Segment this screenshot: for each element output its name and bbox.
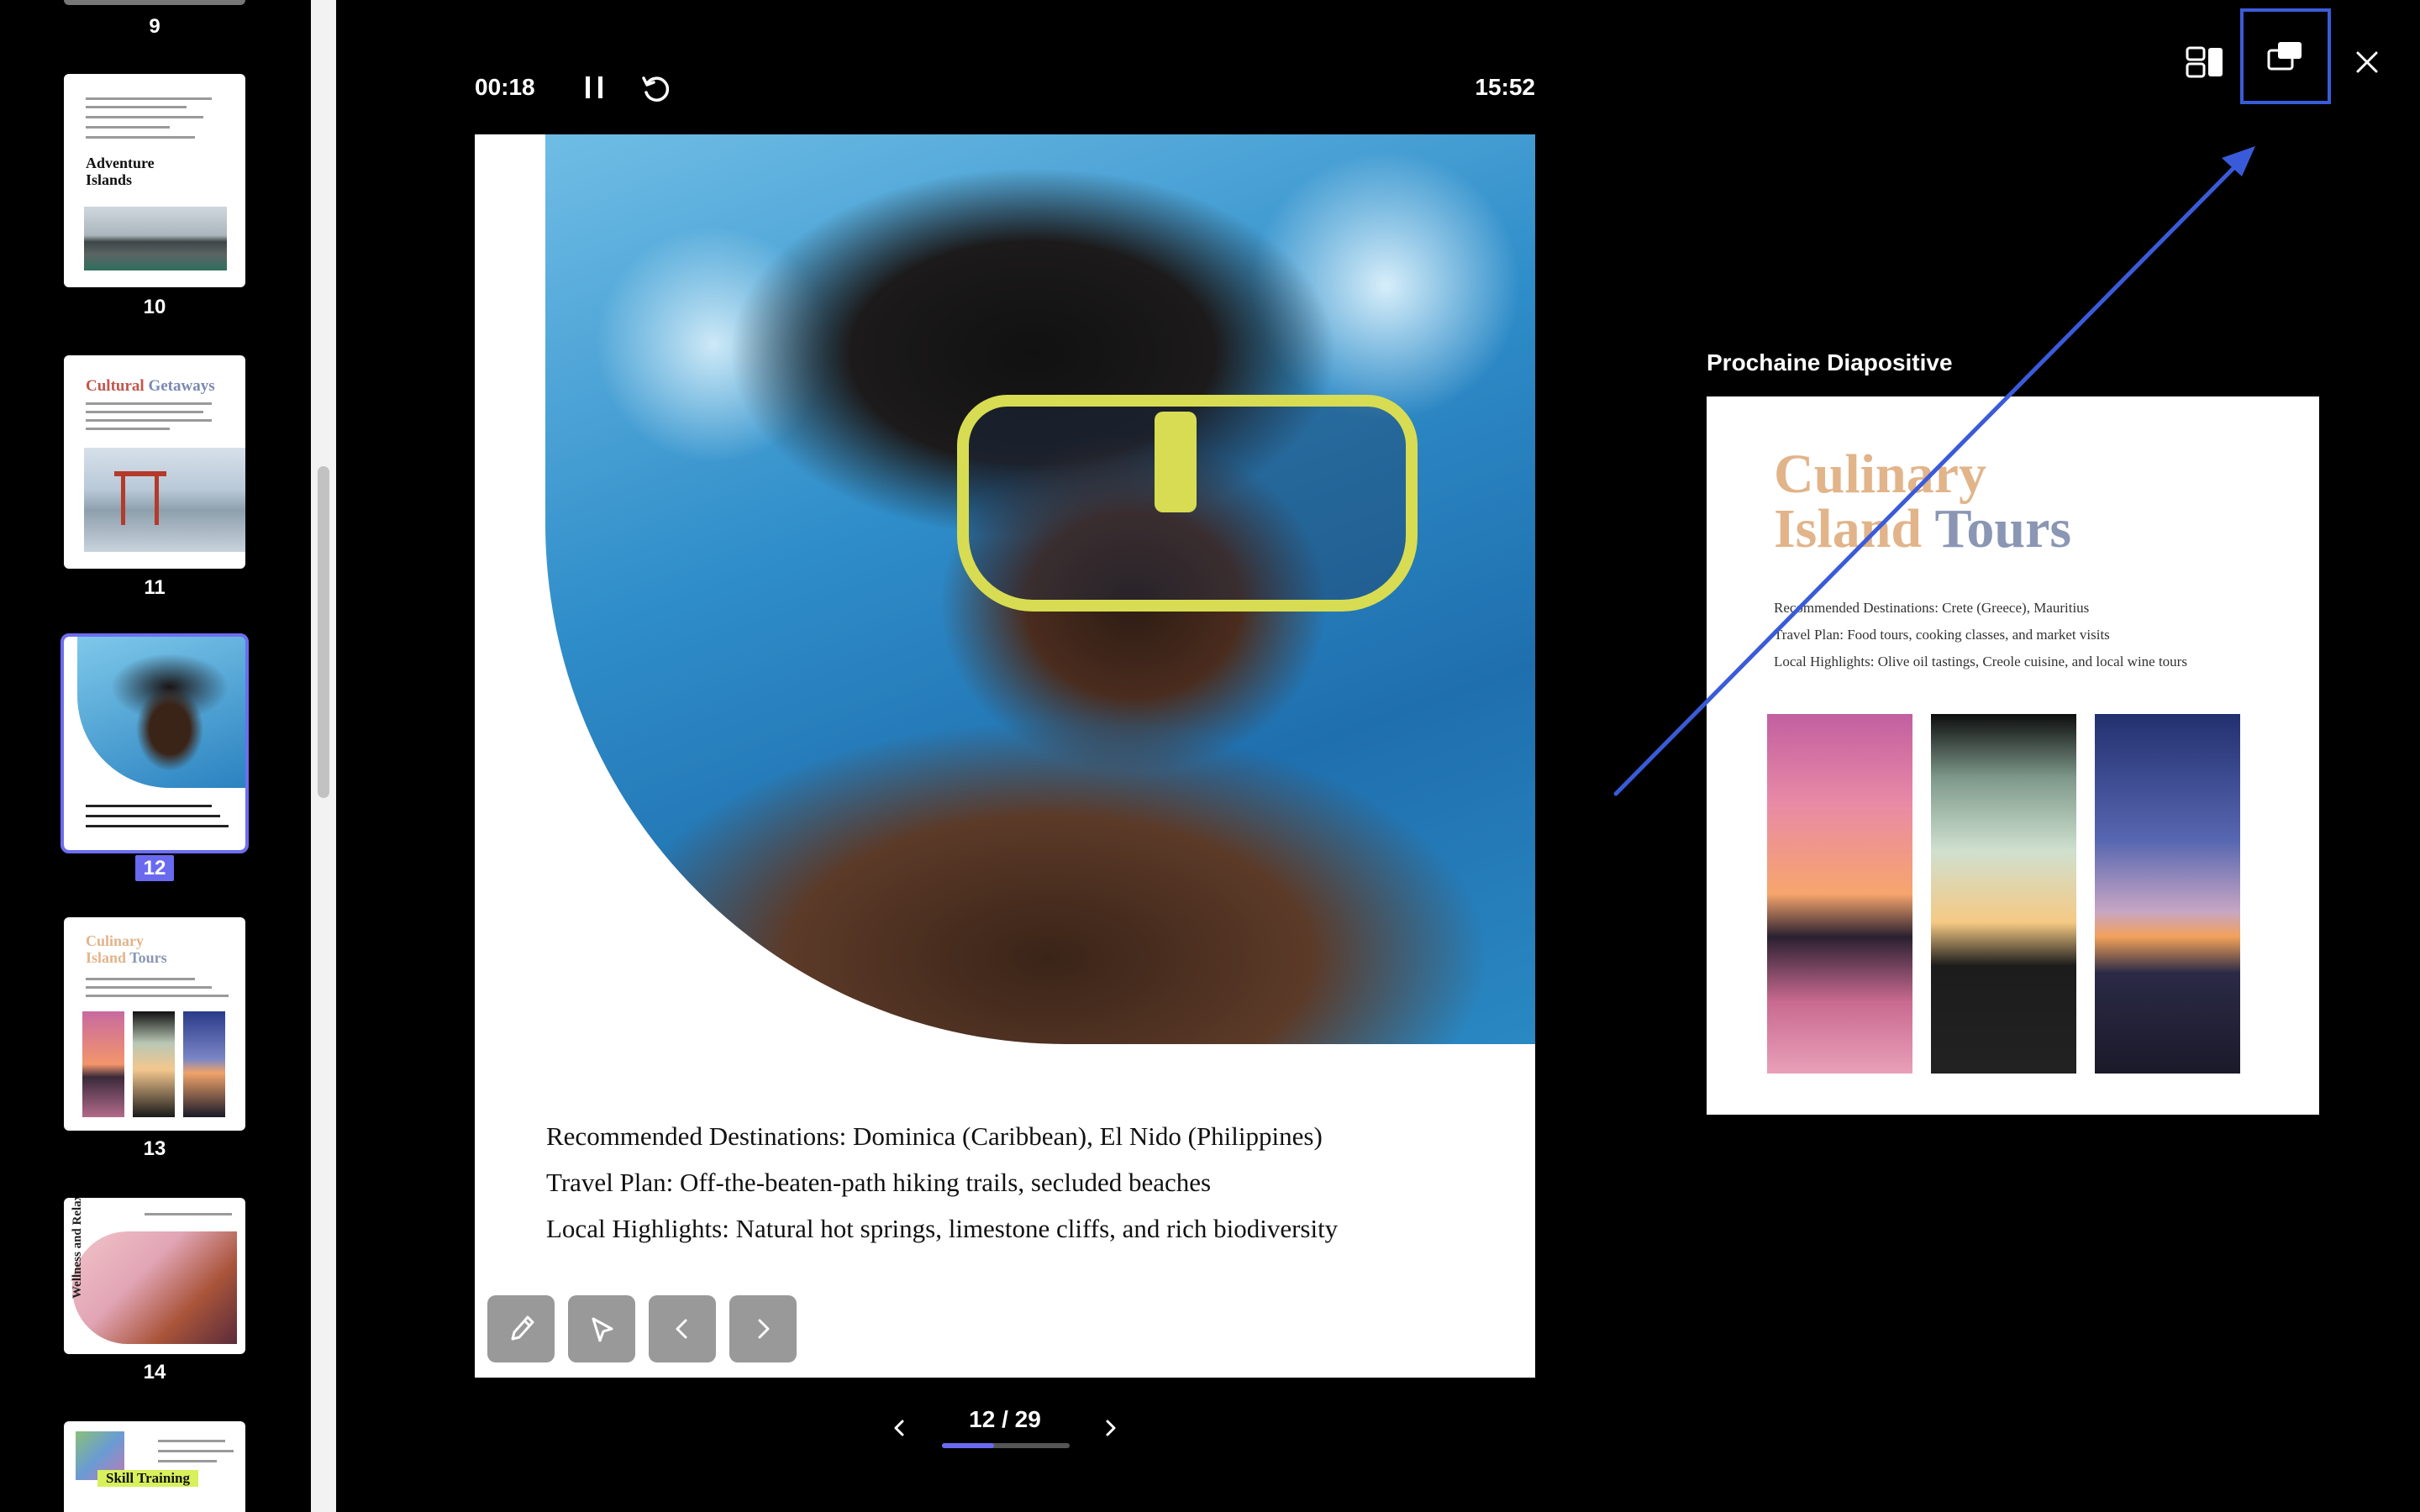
pointer-icon	[592, 1317, 613, 1342]
thumbnail-image	[84, 207, 227, 270]
thumbnail-title: Island	[86, 949, 127, 966]
pointer-tool-button[interactable]	[568, 1295, 635, 1362]
thumbnail-image	[84, 448, 245, 552]
thumbnail-image	[72, 1231, 237, 1344]
swap-display-icon	[2267, 42, 2302, 71]
restart-timer-button[interactable]	[639, 72, 673, 106]
thumbnail-number-active: 12	[64, 855, 245, 881]
slide-pager: 12 / 29	[886, 1394, 1123, 1453]
next-slide-text-line: Local Highlights: Olive oil tastings, Cr…	[1774, 654, 2187, 669]
thumbnail-number: 13	[143, 1137, 166, 1160]
thumbnail-12[interactable]	[60, 633, 249, 853]
slide-thumbnail-panel[interactable]: 9 Adventure Islands 10 Cultural Getaways…	[0, 0, 311, 1512]
pause-button[interactable]	[579, 72, 609, 102]
sidebar-scroll-thumb[interactable]	[318, 466, 329, 798]
pause-icon	[586, 76, 602, 98]
thumbnail-10[interactable]: Adventure Islands	[64, 74, 245, 287]
thumbnail-image	[82, 1011, 124, 1117]
next-slide-text-line: Travel Plan: Food tours, cooking classes…	[1774, 627, 2110, 643]
thumbnail-title: Adventure	[86, 155, 155, 171]
presenter-toolbar: 00:18 15:52	[475, 67, 1535, 109]
next-slide-text-line: Recommended Destinations: Crete (Greece)…	[1774, 600, 2090, 616]
restart-icon	[642, 76, 670, 102]
layout-icon	[2186, 46, 2223, 78]
pen-tool-button[interactable]	[487, 1295, 555, 1362]
thumbnail-number: 10	[143, 296, 166, 318]
thumbnail-9[interactable]	[64, 0, 245, 5]
chevron-left-icon	[676, 1319, 687, 1339]
next-slide-button[interactable]	[729, 1295, 797, 1362]
close-button[interactable]	[2329, 30, 2405, 94]
current-slide: Recommended Destinations: Dominica (Cari…	[475, 134, 1535, 1378]
thumbnail-title: Wellness and Relaxation	[71, 1198, 84, 1299]
thumbnail-image	[77, 637, 245, 788]
swap-display-button[interactable]	[2240, 8, 2331, 104]
palm-beach-photo	[1931, 714, 2076, 1074]
next-slide-heading: Prochaine Diapositive	[1707, 349, 1953, 375]
thumbnail-title: Islands	[86, 171, 133, 188]
pager-next-button[interactable]	[1098, 1411, 1123, 1445]
elapsed-timer: 00:18	[475, 74, 535, 100]
next-slide-preview[interactable]: Culinary Island Tours Recommended Destin…	[1707, 396, 2319, 1115]
close-icon	[2356, 51, 2378, 73]
progress-fill	[942, 1443, 994, 1448]
thumbnail-11[interactable]: Cultural Getaways	[64, 355, 245, 569]
slide-text-line: Recommended Destinations: Dominica (Cari…	[546, 1121, 1323, 1151]
slide-text-line: Local Highlights: Natural hot springs, l…	[546, 1214, 1339, 1243]
thumbnail-14[interactable]: Wellness and Relaxation	[64, 1198, 245, 1354]
thumbnail-number: 9	[149, 15, 160, 38]
chevron-right-icon	[758, 1319, 770, 1339]
pen-icon	[511, 1315, 534, 1341]
thumbnail-number: 11	[144, 576, 166, 599]
slide-counter: 12 / 29	[969, 1406, 1041, 1432]
thumbnail-title: Culinary	[86, 932, 145, 949]
current-time: 15:52	[1475, 74, 1535, 100]
thumbnail-title: Getaways	[148, 377, 215, 395]
thumbnail-image	[133, 1011, 175, 1117]
next-slide-title: Tours	[1934, 498, 2072, 559]
palm-silhouette-photo	[2095, 714, 2240, 1074]
sunset-photo	[1767, 714, 1912, 1074]
thumbnail-title: Skill Training	[97, 1470, 198, 1487]
thumbnail-title: Tours	[129, 949, 167, 966]
layout-toggle-button[interactable]	[2168, 30, 2242, 94]
slide-text-line: Travel Plan: Off-the-beaten-path hiking …	[546, 1168, 1212, 1197]
thumbnail-number: 14	[143, 1361, 166, 1383]
next-slide-title: Island	[1774, 498, 1923, 559]
previous-slide-button[interactable]	[649, 1295, 716, 1362]
slide-photo	[545, 134, 1535, 1044]
thumbnail-15[interactable]: Skill Training	[64, 1421, 245, 1512]
thumbnail-title: Cultural	[86, 377, 145, 395]
thumbnail-13[interactable]: Culinary Island Tours	[64, 917, 245, 1131]
thumbnail-image	[183, 1011, 225, 1117]
chevron-right-icon	[1106, 1420, 1116, 1436]
